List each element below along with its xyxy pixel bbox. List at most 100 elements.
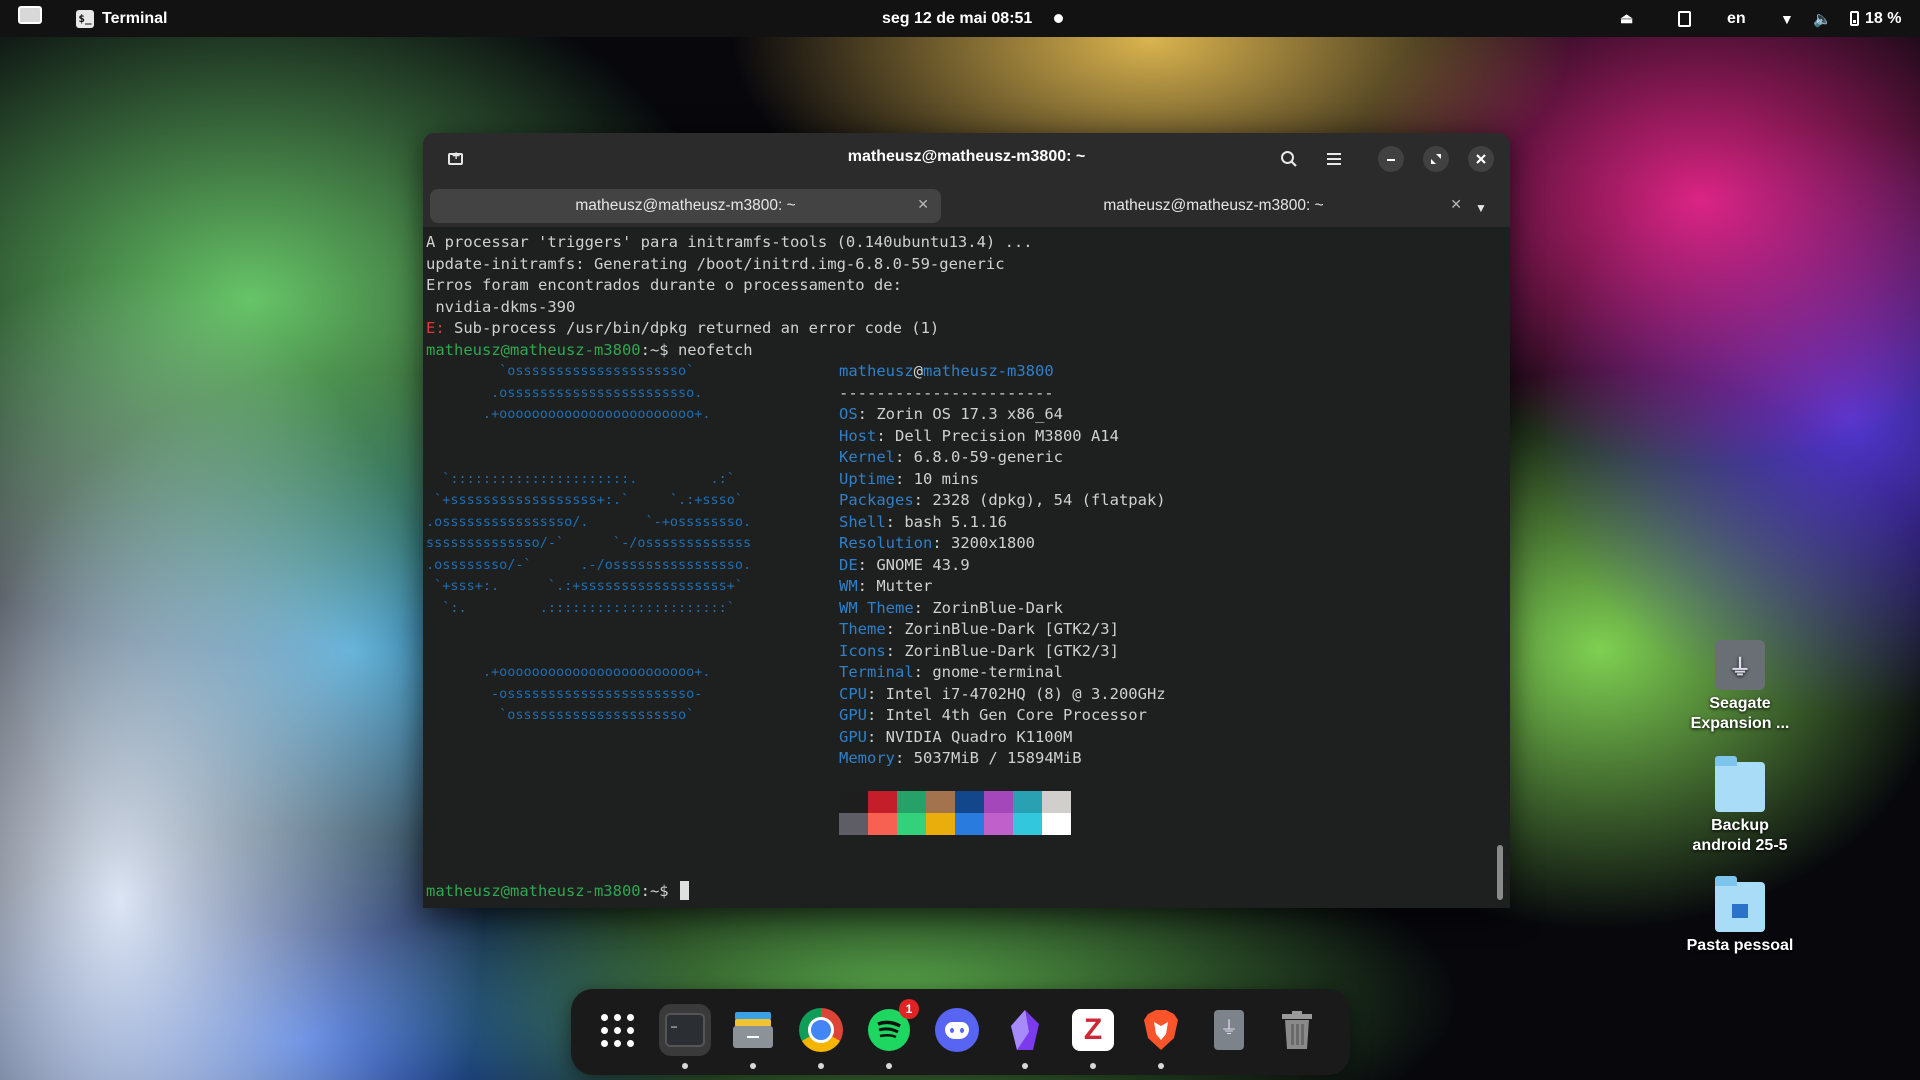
trash-icon: [1282, 1011, 1312, 1049]
info-value: 3200x1800: [951, 534, 1035, 552]
info-value: Intel 4th Gen Core Processor: [885, 706, 1147, 724]
prompt-user: matheusz@matheusz-m3800: [426, 340, 641, 359]
tab-1[interactable]: matheusz@matheusz-m3800: ~ ✕: [430, 189, 941, 223]
neofetch-header: matheusz@matheusz-m3800: [839, 361, 1054, 383]
info-host: matheusz-m3800: [923, 362, 1054, 380]
search-button[interactable]: [1275, 145, 1303, 173]
desktop-icon-label: Seagate Expansion ...: [1690, 695, 1790, 732]
dock-trash[interactable]: [1271, 1004, 1323, 1056]
info-value: 5037MiB / 15894MiB: [913, 749, 1082, 767]
maximize-button[interactable]: [1423, 146, 1449, 172]
hamburger-menu-button[interactable]: [1320, 145, 1348, 173]
dock-files[interactable]: [727, 1004, 779, 1069]
color-swatch: [1013, 791, 1042, 813]
info-key: Kernel: [839, 448, 895, 466]
dock: _ 1 Z ⏚: [571, 989, 1350, 1075]
volume-icon[interactable]: 🔈: [1813, 0, 1832, 37]
dock-obsidian[interactable]: [999, 1004, 1051, 1069]
info-colon: :: [895, 448, 914, 466]
hamburger-icon: [1327, 153, 1341, 165]
color-swatch: [868, 813, 897, 835]
info-key: DE: [839, 555, 858, 574]
dock-terminal[interactable]: _: [659, 1004, 711, 1069]
dock-chrome[interactable]: [795, 1004, 847, 1069]
title-bar[interactable]: matheusz@matheusz-m3800: ~: [423, 133, 1510, 185]
scrollbar-thumb[interactable]: [1497, 845, 1503, 900]
tab-2[interactable]: matheusz@matheusz-m3800: ~ ✕: [953, 189, 1474, 223]
neofetch-info-line: GPU: NVIDIA Quadro K1100M: [839, 727, 1072, 749]
running-indicator: [886, 1063, 892, 1069]
info-value: ZorinBlue-Dark [GTK2/3]: [904, 620, 1119, 638]
error-text: Sub-process /usr/bin/dpkg returned an er…: [444, 319, 940, 337]
info-value: GNOME 43.9: [876, 555, 970, 574]
neofetch-info-line: Terminal: gnome-terminal: [839, 662, 1063, 684]
running-indicator: [1090, 1063, 1096, 1069]
info-value: bash 5.1.16: [904, 512, 1007, 531]
info-colon: :: [932, 534, 951, 552]
running-indicator: [818, 1063, 824, 1069]
neofetch-info-line: Shell: bash 5.1.16: [839, 512, 1007, 534]
text-cursor: [679, 881, 689, 900]
info-value: 6.8.0-59-generic: [913, 448, 1063, 466]
dock-brave[interactable]: [1135, 1004, 1187, 1069]
color-palette: [839, 791, 1071, 835]
info-colon: :: [885, 641, 905, 660]
app-grid-button[interactable]: [591, 1004, 643, 1056]
neofetch-logo-line: `::::::::::::::::::::::. .:`: [426, 470, 735, 487]
color-swatch: [868, 791, 897, 813]
info-at: @: [913, 362, 923, 380]
chrome-icon: [799, 1008, 843, 1052]
tab-list-chevron-down-icon[interactable]: ▼: [1475, 201, 1487, 215]
info-colon: :: [885, 512, 905, 531]
info-value: ZorinBlue-Dark [GTK2/3]: [904, 641, 1119, 660]
tab-1-label: matheusz@matheusz-m3800: ~: [575, 197, 796, 214]
output-line: update-initramfs: Generating /boot/initr…: [426, 254, 1005, 273]
running-indicator: [1158, 1063, 1164, 1069]
neofetch-logo-line: `osssssssssssssssssssso`: [426, 707, 695, 723]
info-key: WM Theme: [839, 598, 914, 617]
output-line: Erros foram encontrados durante o proces…: [426, 276, 902, 294]
dock-usb-drive[interactable]: ⏚: [1203, 1004, 1255, 1056]
info-colon: :: [867, 706, 886, 724]
dock-zotero[interactable]: Z: [1067, 1004, 1119, 1069]
desktop-icon-label: Pasta pessoal: [1686, 937, 1794, 954]
clipboard-icon[interactable]: [1678, 0, 1691, 37]
battery-indicator[interactable]: 18 %: [1850, 0, 1901, 37]
home-folder-icon: [1715, 876, 1765, 932]
neofetch-info-line: Uptime: 10 mins: [839, 469, 979, 491]
terminal-output[interactable]: A processar 'triggers' para initramfs-to…: [423, 227, 1493, 908]
info-value: Dell Precision M3800 A14: [895, 426, 1119, 445]
neofetch-info-line: GPU: Intel 4th Gen Core Processor: [839, 705, 1147, 727]
clock[interactable]: seg 12 de mai 08:51: [882, 0, 1064, 37]
info-colon: :: [857, 555, 877, 574]
search-icon: [1281, 151, 1297, 167]
info-colon: :: [913, 491, 933, 509]
color-swatch: [926, 813, 955, 835]
files-icon: [733, 1012, 773, 1048]
close-tab-icon[interactable]: ✕: [1450, 196, 1462, 213]
desktop-icon-seagate[interactable]: ⏚ Seagate Expansion ...: [1675, 640, 1805, 734]
scrollbar[interactable]: [1498, 227, 1510, 908]
close-tab-icon[interactable]: ✕: [917, 196, 929, 213]
eject-icon[interactable]: ⏏: [1620, 0, 1633, 37]
neofetch-logo-line: `+ssssssssssssssssss+:.` `.:+ssso`: [426, 492, 743, 508]
running-indicator: [1022, 1063, 1028, 1069]
prompt-user: matheusz@matheusz-m3800: [426, 882, 641, 900]
notification-dot-icon: [1054, 14, 1064, 23]
info-value: Intel i7-4702HQ (8) @ 3.200GHz: [885, 684, 1166, 703]
terminal-icon: _: [665, 1013, 705, 1047]
dock-spotify[interactable]: 1: [863, 999, 919, 1069]
desktop-icon-backup[interactable]: Backup android 25-5: [1675, 756, 1805, 856]
discord-icon: [935, 1008, 979, 1052]
minimize-button[interactable]: [1378, 146, 1404, 172]
neofetch-logo-line: .ossssssssssssssso/. `-+ossssssso.: [426, 513, 752, 530]
info-key: Uptime: [839, 469, 895, 488]
wifi-icon[interactable]: ▼: [1780, 0, 1794, 37]
activities-icon[interactable]: [18, 0, 44, 24]
language-indicator[interactable]: en: [1727, 0, 1746, 37]
dock-discord[interactable]: [931, 1004, 983, 1056]
close-button[interactable]: [1468, 146, 1494, 172]
desktop-icon-home[interactable]: Pasta pessoal: [1675, 876, 1805, 956]
info-key: Memory: [839, 749, 895, 767]
app-menu[interactable]: $_ Terminal: [76, 0, 168, 37]
